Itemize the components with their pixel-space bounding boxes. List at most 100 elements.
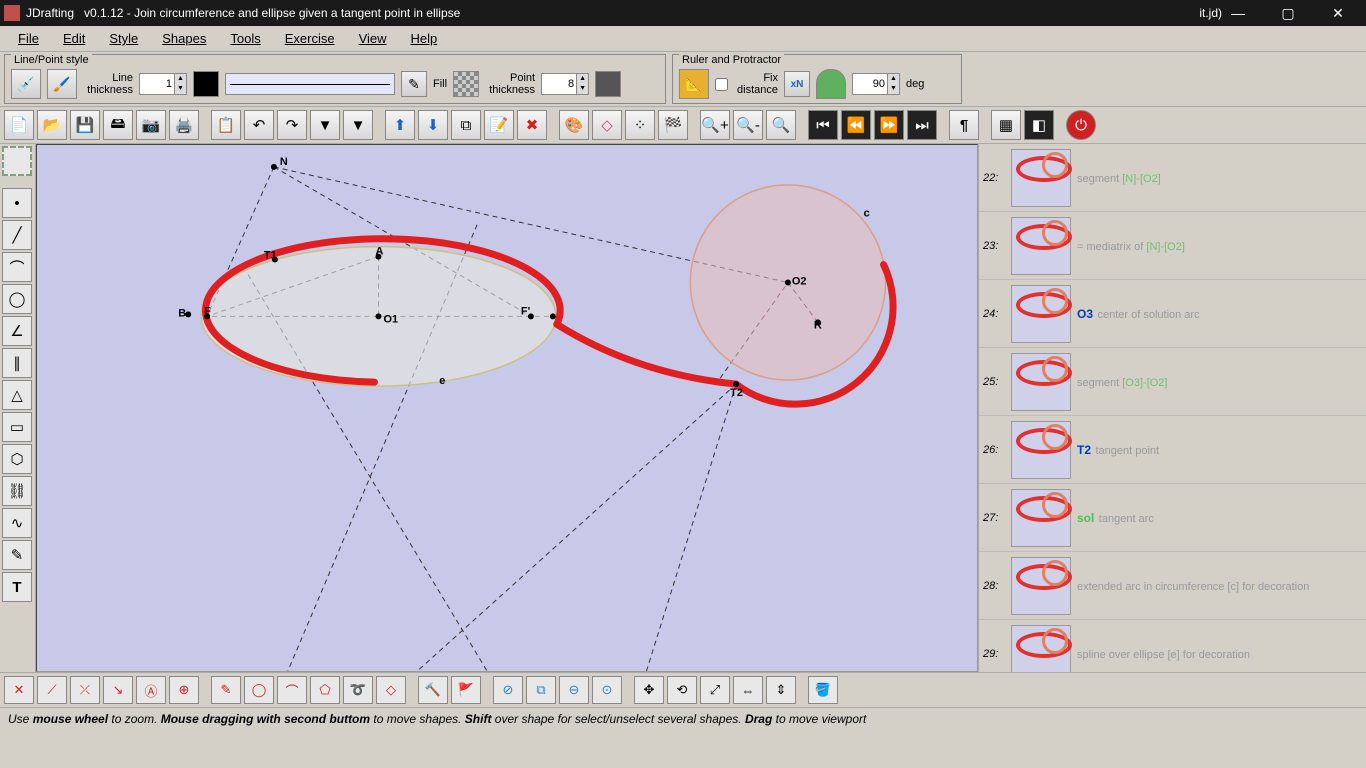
power-button[interactable]: ⏻ — [1066, 110, 1096, 140]
hammer-tool[interactable]: 🔨 — [418, 676, 448, 704]
history-step[interactable]: 24: O3 center of solution arc — [979, 280, 1366, 348]
color-tool-button[interactable]: 🎨 — [559, 110, 589, 140]
vector-tool[interactable]: ↘ — [103, 676, 133, 704]
scale-tool[interactable]: ⤢ — [700, 676, 730, 704]
points-tool-button[interactable]: ⁘ — [625, 110, 655, 140]
minimize-button[interactable]: — — [1222, 3, 1254, 23]
curve-tool[interactable]: ∿ — [2, 508, 32, 538]
red-square-tool[interactable]: ◇ — [376, 676, 406, 704]
close-button[interactable]: ✕ — [1322, 3, 1354, 23]
move-down-button[interactable]: ⬇ — [418, 110, 448, 140]
circle-a-tool[interactable]: Ⓐ — [136, 676, 166, 704]
red-circle-tool[interactable]: ◯ — [244, 676, 274, 704]
zoom-fit-button[interactable]: 🔍 — [766, 110, 796, 140]
zoom-out-button[interactable]: 🔍- — [733, 110, 763, 140]
menu-help[interactable]: Help — [401, 29, 448, 48]
next-step-button[interactable]: ⏩ — [874, 110, 904, 140]
line-style-dropdown[interactable]: ✎ — [401, 71, 427, 97]
menu-tools[interactable]: Tools — [220, 29, 270, 48]
crossing-tool[interactable]: ⤫ — [70, 676, 100, 704]
edit-line-tool[interactable]: ✎ — [211, 676, 241, 704]
point-color-swatch[interactable] — [595, 71, 621, 97]
point-thickness-spinner[interactable]: ▲▼ — [541, 73, 589, 95]
spline-tool[interactable]: ⛓ — [2, 476, 32, 506]
eyedropper-button[interactable]: 💉 — [11, 69, 41, 99]
canvas[interactable]: N A T1 B F O1 F' O2 R T2 c e — [36, 144, 978, 672]
contrast-button[interactable]: ◧ — [1024, 110, 1054, 140]
zoom-in-button[interactable]: 🔍+ — [700, 110, 730, 140]
fill-swatch[interactable] — [453, 71, 479, 97]
history-step[interactable]: 22: segment [N]-[O2] — [979, 144, 1366, 212]
menu-shapes[interactable]: Shapes — [152, 29, 216, 48]
grid-button[interactable]: ▦ — [991, 110, 1021, 140]
arc-tool[interactable]: ⌒ — [2, 252, 32, 282]
mirror-v-tool[interactable]: ⇕ — [766, 676, 796, 704]
polygon-tool[interactable]: ⬡ — [2, 444, 32, 474]
history-panel[interactable]: 22: segment [N]-[O2] 23: = mediatrix of … — [978, 144, 1366, 672]
bucket-tool[interactable]: 🪣 — [808, 676, 838, 704]
segment-tool[interactable]: ⟋ — [37, 676, 67, 704]
paste-button[interactable]: 📝 — [484, 110, 514, 140]
mirror-h-tool[interactable]: ⇔ — [733, 676, 763, 704]
print-button[interactable]: 🖨️ — [169, 110, 199, 140]
rotate-tool[interactable]: ⟲ — [667, 676, 697, 704]
brush-button[interactable]: 🖌️ — [47, 69, 77, 99]
history-step[interactable]: 23: = mediatrix of [N]-[O2] — [979, 212, 1366, 280]
spin-down-icon[interactable]: ▼ — [174, 84, 186, 94]
save-button[interactable]: 💾 — [70, 110, 100, 140]
undo-dropdown-button[interactable]: ▼ — [310, 110, 340, 140]
line-thickness-spinner[interactable]: ▲▼ — [139, 73, 187, 95]
menu-edit[interactable]: Edit — [53, 29, 95, 48]
copy-button[interactable]: ⧉ — [451, 110, 481, 140]
new-file-button[interactable]: 📄 — [4, 110, 34, 140]
redo-button[interactable]: ↷ — [277, 110, 307, 140]
angle-spinner[interactable]: ▲▼ — [852, 73, 900, 95]
subtract-tool[interactable]: ⊖ — [559, 676, 589, 704]
flag-red-tool[interactable]: 🚩 — [451, 676, 481, 704]
history-step[interactable]: 28: extended arc in circumference [c] fo… — [979, 552, 1366, 620]
clipboard-button[interactable]: 📋 — [211, 110, 241, 140]
menu-view[interactable]: View — [349, 29, 397, 48]
line-thickness-input[interactable] — [140, 78, 174, 90]
angle-input[interactable] — [853, 78, 887, 90]
save-as-button[interactable]: 🖴 — [103, 110, 133, 140]
open-file-button[interactable]: 📂 — [37, 110, 67, 140]
union-tool[interactable]: ⧉ — [526, 676, 556, 704]
export-image-button[interactable]: 📷 — [136, 110, 166, 140]
spiral-tool[interactable]: ➰ — [343, 676, 373, 704]
delete-button[interactable]: ✖ — [517, 110, 547, 140]
history-step[interactable]: 26: T2 tangent point — [979, 416, 1366, 484]
paragraph-button[interactable]: ¶ — [949, 110, 979, 140]
point-tool[interactable]: • — [2, 188, 32, 218]
spin-up-icon[interactable]: ▲ — [174, 74, 186, 84]
center-tool[interactable]: ⊕ — [169, 676, 199, 704]
maximize-button[interactable]: ▢ — [1272, 3, 1304, 23]
fix-distance-checkbox[interactable] — [715, 78, 728, 91]
first-step-button[interactable]: ⏮ — [808, 110, 838, 140]
freehand-tool[interactable]: ✎ — [2, 540, 32, 570]
menu-exercise[interactable]: Exercise — [275, 29, 345, 48]
venn-tool[interactable]: ⊘ — [493, 676, 523, 704]
line-tool[interactable]: ╱ — [2, 220, 32, 250]
ruler-button[interactable]: 📐 — [679, 69, 709, 99]
menu-file[interactable]: File — [8, 29, 49, 48]
red-polygon-tool[interactable]: ⬠ — [310, 676, 340, 704]
history-step[interactable]: 27: sol tangent arc — [979, 484, 1366, 552]
menu-style[interactable]: Style — [99, 29, 148, 48]
circle-tool[interactable]: ◯ — [2, 284, 32, 314]
parallel-tool[interactable]: ∥ — [2, 348, 32, 378]
move-tool[interactable]: ✥ — [634, 676, 664, 704]
protractor-icon[interactable] — [816, 69, 846, 99]
line-style-preview[interactable] — [225, 73, 395, 95]
xn-button[interactable]: xN — [784, 71, 810, 97]
intersect-tool[interactable]: ✕ — [4, 676, 34, 704]
history-step[interactable]: 29: spline over ellipse [e] for decorati… — [979, 620, 1366, 672]
angle-tool[interactable]: ∠ — [2, 316, 32, 346]
last-step-button[interactable]: ⏭ — [907, 110, 937, 140]
history-step[interactable]: 25: segment [O3]-[O2] — [979, 348, 1366, 416]
red-arc-tool[interactable]: ⌒ — [277, 676, 307, 704]
text-tool[interactable]: T — [2, 572, 32, 602]
shape-tool-button[interactable]: ◇ — [592, 110, 622, 140]
prev-step-button[interactable]: ⏪ — [841, 110, 871, 140]
intersect2-tool[interactable]: ⊙ — [592, 676, 622, 704]
